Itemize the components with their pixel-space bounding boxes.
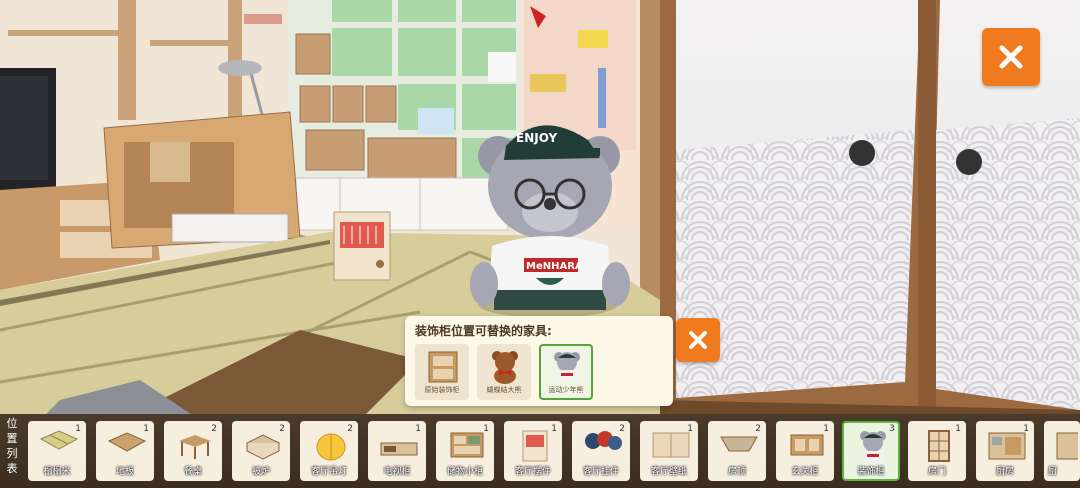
close-icon: [689, 331, 707, 349]
item-name: 被炉: [251, 467, 270, 477]
item-name: 厨: [1048, 467, 1058, 477]
partial-item-icon: [1056, 432, 1078, 460]
item-name: 装饰柜: [857, 467, 885, 477]
item-name: 客厅壁纸: [650, 467, 687, 477]
item-name: 客厅吊灯: [310, 467, 347, 477]
cap-text: ENJOY: [516, 131, 557, 145]
option-label: 蝴蝶结大熊: [486, 386, 522, 394]
item-ceiling[interactable]: 2 房顶: [708, 421, 766, 481]
kitchen-icon: [988, 432, 1026, 460]
bow-bear-icon: [492, 351, 518, 384]
dining-table-icon: [179, 435, 211, 459]
item-name: 电视柜: [383, 467, 411, 477]
bear-icon: [860, 431, 886, 461]
wallpaper-icon: [652, 432, 690, 458]
kotatsu-icon: [245, 434, 281, 460]
item-living-room-hanging[interactable]: 2 客厅挂件: [572, 421, 630, 481]
item-living-room-wallpaper[interactable]: 1 客厅壁纸: [640, 421, 698, 481]
item-name: 房顶: [727, 467, 746, 477]
heater-icon: [522, 430, 548, 462]
item-name: 房门: [927, 467, 946, 477]
option-label: 运动少年熊: [548, 386, 584, 394]
sport-bear-icon: [554, 352, 580, 380]
item-name: 玄关柜: [791, 467, 819, 477]
option-original-cabinet[interactable]: 原始装饰柜: [415, 344, 469, 400]
item-name: 客厅挂件: [582, 467, 619, 477]
entrance-cabinet-icon: [790, 434, 824, 456]
popup-title: 装饰柜位置可替换的家具:: [415, 324, 552, 338]
item-kitchen[interactable]: 1 厨房: [976, 421, 1034, 481]
shirt-text: MeNHARA: [526, 261, 583, 272]
option-label: 原始装饰柜: [424, 386, 460, 394]
popup-close-button[interactable]: [676, 318, 720, 362]
cabinet-icon: [428, 351, 458, 383]
wall-hanging-icon: [585, 431, 622, 450]
item-entrance-cabinet[interactable]: 1 玄关柜: [776, 421, 834, 481]
item-name: 榻榻米: [43, 467, 71, 477]
tatami-icon: [39, 430, 79, 450]
floor-icon: [107, 432, 147, 452]
item-decor-cabinet[interactable]: 3 装饰柜: [842, 421, 900, 481]
item-tv-cabinet[interactable]: 1 电视柜: [368, 421, 426, 481]
item-kotatsu[interactable]: 2 被炉: [232, 421, 290, 481]
item-name: 地板: [115, 467, 134, 477]
ceiling-icon: [720, 436, 758, 452]
replace-furniture-popup: 装饰柜位置可替换的家具: 原始装饰柜 蝴蝶结大熊 运动少年熊: [405, 316, 673, 406]
item-storage-cabinet[interactable]: 1 储物小柜: [436, 421, 494, 481]
item-partial[interactable]: 厨: [1044, 421, 1080, 481]
lamp-icon: [316, 433, 346, 461]
option-sport-bear[interactable]: 运动少年熊: [539, 344, 593, 400]
item-living-room-lamp[interactable]: 2 客厅吊灯: [300, 421, 358, 481]
door-icon: [928, 430, 950, 462]
item-name: 储物小柜: [446, 467, 483, 477]
storage-cabinet-icon: [450, 432, 484, 458]
position-list-label: 位置列表: [6, 417, 18, 475]
close-icon: [999, 45, 1023, 69]
item-dining-table[interactable]: 2 餐桌: [164, 421, 222, 481]
item-door[interactable]: 1 房门: [908, 421, 966, 481]
item-floor[interactable]: 1 地板: [96, 421, 154, 481]
item-name: 客厅摆件: [514, 467, 551, 477]
item-tatami[interactable]: 1 榻榻米: [28, 421, 86, 481]
close-button[interactable]: [982, 28, 1040, 86]
option-bow-bear[interactable]: 蝴蝶结大熊: [477, 344, 531, 400]
item-name: 厨房: [995, 467, 1014, 477]
item-living-room-ornament[interactable]: 1 客厅摆件: [504, 421, 562, 481]
item-name: 餐桌: [183, 467, 202, 477]
tv-cabinet-icon: [380, 442, 418, 456]
